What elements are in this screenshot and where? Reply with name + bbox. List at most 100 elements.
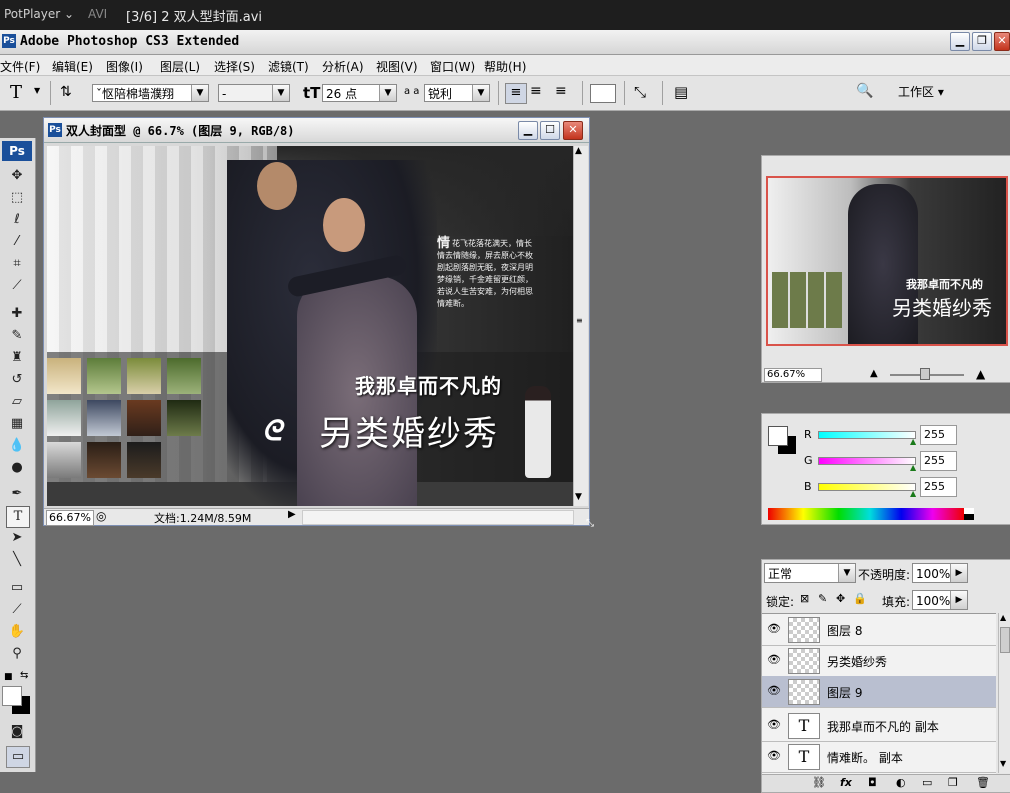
font-style-select[interactable]: - ▼ [218,84,290,102]
blend-mode-select[interactable]: 正常 ▼ [764,563,856,583]
text-tool-icon[interactable]: T [10,82,22,103]
image-canvas[interactable]: 情 花飞花落花满天，情长 情去情随缘，屏去原心不枚 剧起剧落剧无眠，夜深月明 梦缘销，… [47,146,573,506]
navigator-zoom-field[interactable]: 66.67% [764,368,822,382]
layer-thumbnail[interactable] [788,679,820,705]
channel-slider-thumb[interactable]: ▲ [910,489,916,498]
antialias-select[interactable]: 锐利 ▼ [424,84,490,102]
text-layer-icon[interactable]: T [788,744,820,770]
zoom-tool-icon[interactable]: ⚲ [6,644,28,664]
scroll-down-icon[interactable]: ▼ [575,492,582,502]
bridge-icon[interactable]: 🔍 [856,83,873,99]
layers-scroll-thumb[interactable] [1000,627,1010,653]
channel-value-field[interactable]: 255 [920,477,957,497]
notes-tool-icon[interactable]: ▭ [6,578,28,598]
channel-value-field[interactable]: 255 [920,425,957,445]
menu-item[interactable]: 分析(A) [322,58,364,75]
line-tool-icon[interactable]: ╲ [6,550,28,570]
layers-scroll-up-icon[interactable]: ▲ [1000,613,1006,622]
healing-brush-tool-icon[interactable]: ✚ [6,304,28,324]
lock-pixels-icon[interactable]: ✎ [818,592,827,605]
layer-row[interactable]: 👁 另类婚纱秀 [762,645,996,677]
font-family-select[interactable]: ˇ怄陪棉墙濮翔 ▼ [92,84,209,102]
default-colors-icon[interactable]: ■ [4,672,13,682]
restore-button[interactable]: ❐ [972,32,992,51]
visibility-eye-icon[interactable]: 👁 [767,653,781,666]
scroll-up-icon[interactable]: ▲ [575,146,582,156]
vertical-scrollbar[interactable]: ▲ ▼ ≡ [573,146,588,506]
color-spectrum-ramp[interactable] [768,508,964,520]
type-tool-icon[interactable]: T [6,506,30,528]
layers-scroll-down-icon[interactable]: ▼ [1000,759,1006,768]
magic-wand-tool-icon[interactable]: ⁄ [6,232,28,252]
clone-stamp-tool-icon[interactable]: ♜ [6,348,28,368]
eyedropper-sample-tool-icon[interactable]: ⟋ [6,600,28,620]
menu-item[interactable]: 窗口(W) [430,58,475,75]
foreground-color-swatch[interactable] [2,686,22,706]
layer-row[interactable]: 👁 图层 8 [762,614,996,646]
lock-all-icon[interactable]: 🔒 [853,592,867,605]
marquee-tool-icon[interactable]: ⬚ [6,188,28,208]
move-tool-icon[interactable]: ✥ [6,166,28,186]
doc-maximize-button[interactable]: ☐ [540,121,560,140]
layer-row[interactable]: 👁 T 我那卓而不凡的 副本 [762,710,996,742]
scroll-grip-icon[interactable]: ≡ [576,316,585,332]
menu-item[interactable]: 编辑(E) [52,58,93,75]
channel-slider-thumb[interactable]: ▲ [910,463,916,472]
workspace-button[interactable]: 工作区 ▾ [888,82,962,102]
lasso-tool-icon[interactable]: ℓ [6,210,28,230]
channel-slider[interactable] [818,431,916,439]
quick-mask-icon[interactable]: ◙ [6,722,28,742]
layer-style-icon[interactable]: fx [840,776,852,789]
brush-tool-icon[interactable]: ✎ [6,326,28,346]
close-button[interactable]: ✕ [994,32,1010,51]
layer-name[interactable]: 另类婚纱秀 [827,653,887,670]
lock-position-icon[interactable]: ✥ [836,592,845,605]
minimize-button[interactable]: ▁ [950,32,970,51]
tool-preset-chevron-icon[interactable]: ▼ [34,86,40,95]
palettes-icon[interactable]: ▤ [674,83,688,101]
channel-slider[interactable] [818,483,916,491]
layer-mask-icon[interactable]: ◘ [868,776,877,789]
visibility-eye-icon[interactable]: 👁 [767,684,781,697]
menu-item[interactable]: 文件(F) [0,58,40,75]
align-right-icon[interactable]: ≡ [555,83,567,99]
zoom-field[interactable]: 66.67% [46,510,94,526]
lock-transparency-icon[interactable]: ⊠ [800,592,809,605]
layer-row[interactable]: 👁 图层 9 [762,676,996,708]
gradient-tool-icon[interactable]: ▦ [6,414,28,434]
text-layer-icon[interactable]: T [788,713,820,739]
ramp-black[interactable] [964,514,974,520]
zoom-in-icon[interactable]: ▲ [976,367,985,381]
pen-tool-icon[interactable]: ✒ [6,484,28,504]
color-foreground-swatch[interactable] [768,426,788,446]
menu-item[interactable]: 滤镜(T) [268,58,309,75]
channel-value-field[interactable]: 255 [920,451,957,471]
eraser-tool-icon[interactable]: ▱ [6,392,28,412]
delete-layer-icon[interactable]: 🗑 [976,776,990,789]
visibility-eye-icon[interactable]: 👁 [767,749,781,762]
hand-tool-icon[interactable]: ✋ [6,622,28,642]
warp-text-icon[interactable]: ⤡ [634,83,646,101]
layer-name[interactable]: 情难断。 副本 [827,749,903,766]
link-layers-icon[interactable]: ⛓ [812,776,826,789]
menu-item[interactable]: 图层(L) [160,58,200,75]
layer-name[interactable]: 图层 8 [827,622,862,639]
layer-thumbnail[interactable] [788,617,820,643]
menu-item[interactable]: 图像(I) [106,58,143,75]
menu-item[interactable]: 视图(V) [376,58,418,75]
layer-name[interactable]: 图层 9 [827,684,862,701]
align-left-icon[interactable]: ≡ [505,83,527,104]
menu-item[interactable]: 帮助(H) [484,58,526,75]
orientation-icon[interactable]: ⇅ [60,84,72,100]
path-selection-tool-icon[interactable]: ➤ [6,528,28,548]
fill-field[interactable]: 100% ▶ [912,590,968,610]
channel-slider[interactable] [818,457,916,465]
opacity-field[interactable]: 100% ▶ [912,563,968,583]
history-brush-tool-icon[interactable]: ↺ [6,370,28,390]
layer-row[interactable]: 👁 T 情难断。 副本 [762,741,996,773]
potplayer-menu[interactable]: PotPlayer ⌄ [4,7,74,21]
visibility-eye-icon[interactable]: 👁 [767,718,781,731]
channel-slider-thumb[interactable]: ▲ [910,437,916,446]
font-size-select[interactable]: 26 点 ▼ [322,84,397,102]
menu-item[interactable]: 选择(S) [214,58,255,75]
